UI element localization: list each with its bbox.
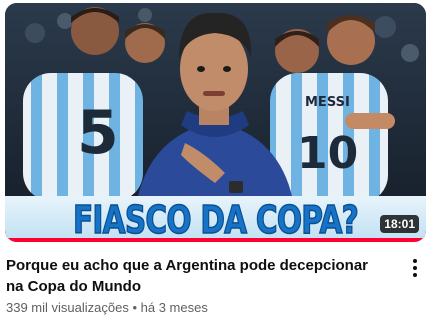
video-title[interactable]: Porque eu acho que a Argentina pode dece…	[6, 255, 386, 297]
video-card[interactable]: 5 MESSI 10 FIASCO DA COPA? 18:01 Porque …	[0, 0, 431, 323]
more-vert-icon-dot	[413, 266, 417, 270]
upload-age: há 3 meses	[140, 300, 208, 315]
view-count: 339 mil visualizações	[6, 300, 129, 315]
more-options-button[interactable]	[404, 255, 426, 281]
thumbnail-headline: FIASCO DA COPA?	[72, 198, 359, 242]
video-metadata: 339 mil visualizações • há 3 meses	[6, 299, 208, 317]
more-vert-icon-dot	[413, 273, 417, 277]
jersey-number-right: 10	[297, 128, 358, 179]
watch-progress-fill	[5, 238, 426, 242]
video-thumbnail[interactable]: 5 MESSI 10 FIASCO DA COPA? 18:01	[5, 3, 426, 242]
more-vert-icon	[413, 259, 417, 263]
watch-progress-bar	[5, 238, 426, 242]
jersey-name: MESSI	[305, 95, 350, 110]
duration-badge: 18:01	[380, 215, 419, 233]
jersey-number-left: 5	[77, 98, 119, 168]
meta-separator: •	[132, 300, 141, 315]
